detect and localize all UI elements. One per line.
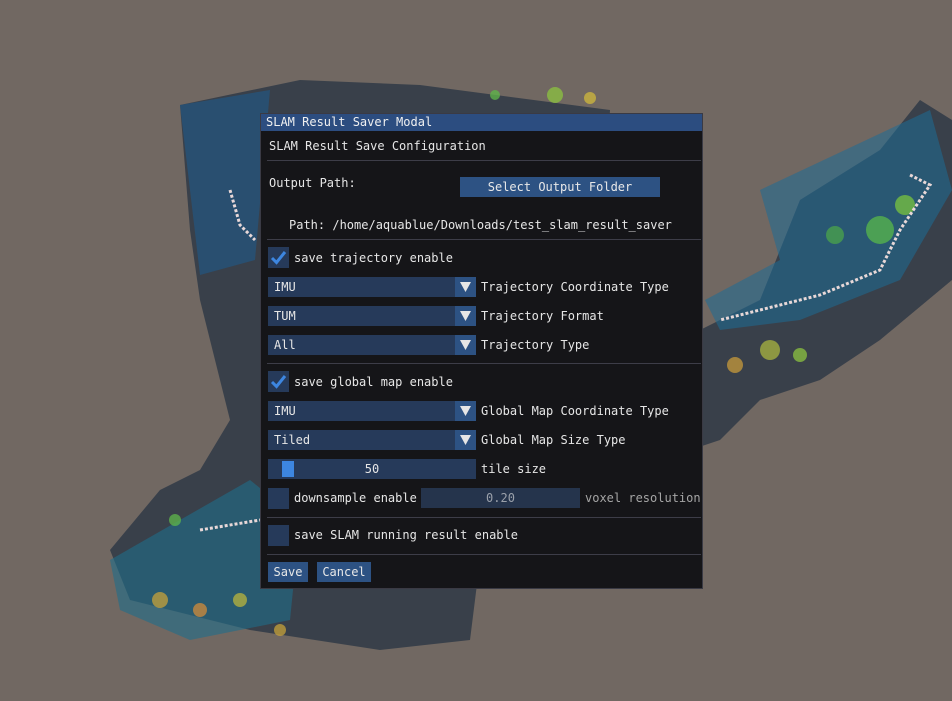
- slam-result-saver-modal: SLAM Result Saver Modal SLAM Result Save…: [260, 113, 703, 589]
- modal-title-bar[interactable]: SLAM Result Saver Modal: [261, 114, 702, 131]
- trajectory-type-label: Trajectory Type: [481, 338, 590, 352]
- selected-value: Tiled: [274, 433, 311, 447]
- downsample-label: downsample enable: [294, 491, 417, 505]
- save-running-result-label: save SLAM running result enable: [294, 528, 518, 542]
- separator: [267, 554, 701, 555]
- global-map-coordinate-type-select[interactable]: IMU: [268, 401, 476, 421]
- voxel-resolution-input[interactable]: 0.20: [421, 488, 580, 508]
- global-map-size-type-select[interactable]: Tiled: [268, 430, 476, 450]
- voxel-resolution-label: voxel resolution: [585, 491, 701, 505]
- section-heading: SLAM Result Save Configuration: [269, 139, 486, 153]
- tile-size-slider[interactable]: 50: [268, 459, 476, 479]
- output-path-display: Path: /home/aquablue/Downloads/test_slam…: [289, 218, 672, 232]
- trajectory-coordinate-type-select[interactable]: IMU: [268, 277, 476, 297]
- separator: [267, 363, 701, 364]
- save-trajectory-checkbox[interactable]: [268, 247, 289, 268]
- trajectory-format-select[interactable]: TUM: [268, 306, 476, 326]
- save-trajectory-label: save trajectory enable: [294, 251, 453, 265]
- selected-value: All: [274, 338, 296, 352]
- save-button[interactable]: Save: [268, 562, 308, 582]
- separator: [267, 160, 701, 161]
- selected-value: IMU: [274, 280, 296, 294]
- check-icon: [270, 375, 287, 389]
- triangle-down-icon[interactable]: [455, 306, 476, 326]
- save-global-map-checkbox[interactable]: [268, 371, 289, 392]
- cancel-button[interactable]: Cancel: [317, 562, 371, 582]
- save-global-map-label: save global map enable: [294, 375, 453, 389]
- trajectory-type-select[interactable]: All: [268, 335, 476, 355]
- selected-value: TUM: [274, 309, 296, 323]
- tile-size-value: 50: [364, 462, 380, 476]
- save-running-result-checkbox[interactable]: [268, 525, 289, 546]
- global-map-coordinate-type-label: Global Map Coordinate Type: [481, 404, 669, 418]
- trajectory-coordinate-type-label: Trajectory Coordinate Type: [481, 280, 669, 294]
- global-map-size-type-label: Global Map Size Type: [481, 433, 626, 447]
- triangle-down-icon[interactable]: [455, 277, 476, 297]
- triangle-down-icon[interactable]: [455, 430, 476, 450]
- triangle-down-icon[interactable]: [455, 401, 476, 421]
- selected-value: IMU: [274, 404, 296, 418]
- output-path-label: Output Path:: [269, 176, 356, 190]
- select-output-folder-button[interactable]: Select Output Folder: [460, 177, 660, 197]
- triangle-down-icon[interactable]: [455, 335, 476, 355]
- tile-size-label: tile size: [481, 462, 547, 476]
- separator: [267, 239, 701, 240]
- trajectory-format-label: Trajectory Format: [481, 309, 604, 323]
- downsample-checkbox[interactable]: [268, 488, 289, 509]
- check-icon: [270, 251, 287, 265]
- separator: [267, 517, 701, 518]
